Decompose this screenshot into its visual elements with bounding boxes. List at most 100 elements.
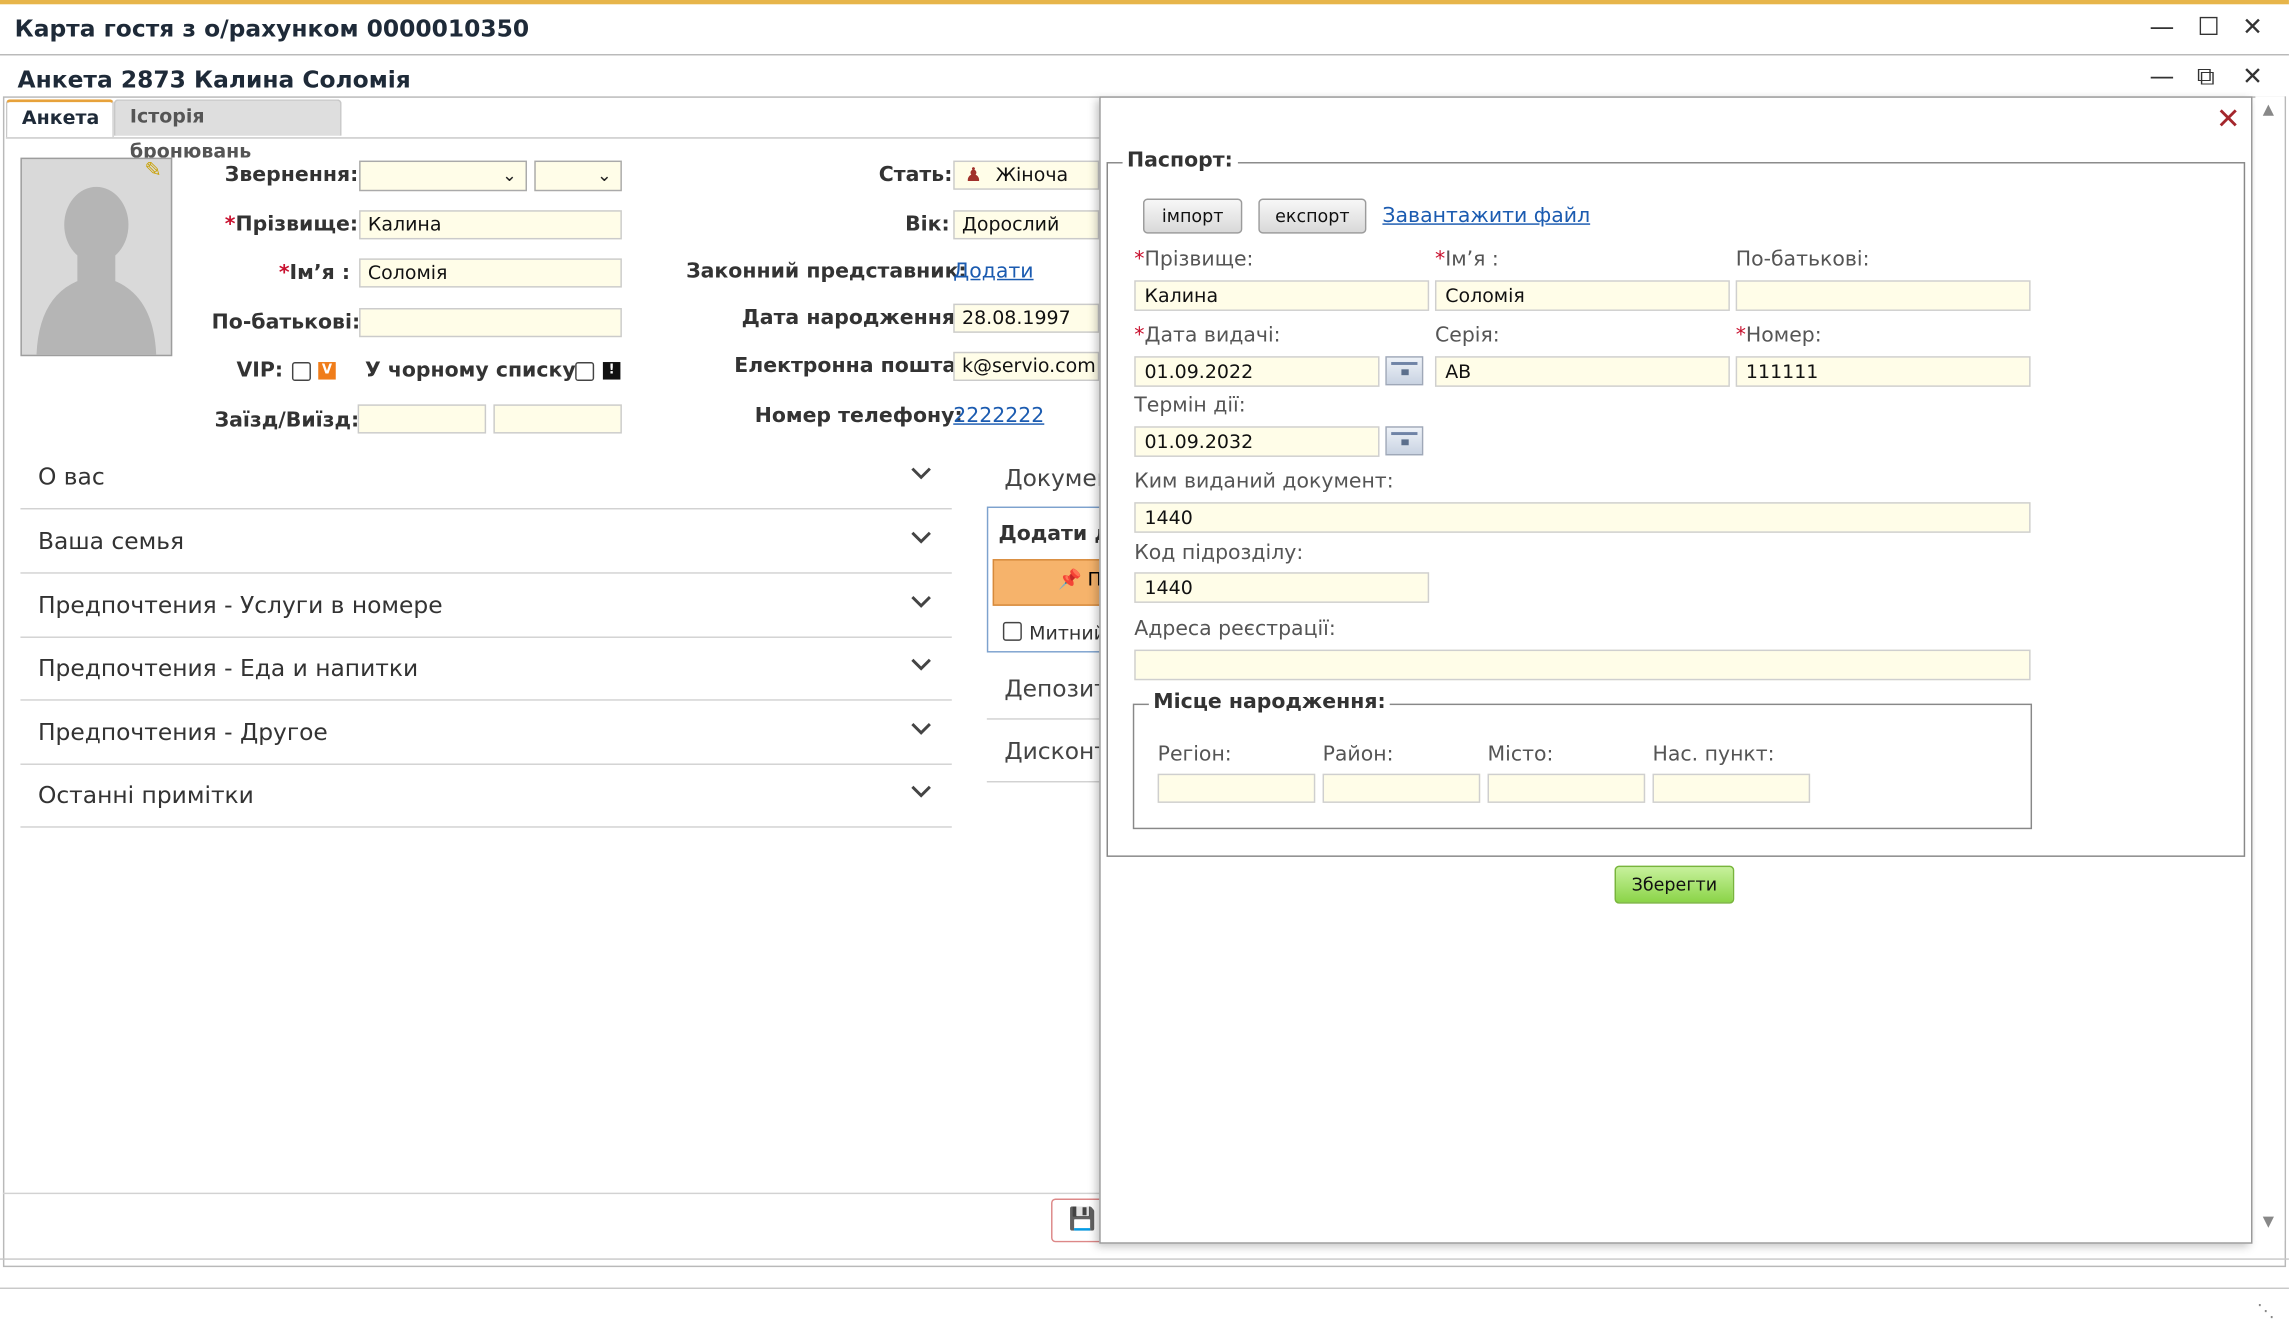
inner-restore-icon[interactable]: ⧉ [2190,61,2222,93]
issue-date-label-text: Дата видачі: [1144,324,1281,348]
birthdate-field[interactable]: 28.08.1997 [953,303,1100,333]
maximize-icon[interactable]: ☐ [2193,12,2225,44]
name-label-text: Ім’я : [1445,248,1499,272]
valid-label: Термін дії: [1134,394,1246,418]
accordion-label: Останні примітки [37,780,254,809]
dialog-scrollbar[interactable]: ▲ ▼ [2255,96,2285,1241]
required-marker: * [1134,248,1145,272]
blacklist-badge-icon: ! [602,362,621,380]
settlement-label: Нас. пункт: [1652,743,1775,767]
inner-window-title: Анкета 2873 Калина Соломія [17,65,411,94]
legal-rep-label: Законний представник: [686,259,967,284]
import-button[interactable]: імпорт [1143,198,1243,234]
address-select[interactable]: ⌄ [359,160,527,192]
close-icon[interactable]: ✕ [2236,12,2268,44]
tab-anketa[interactable]: Анкета [5,99,114,138]
customs-checkbox[interactable] [1002,621,1022,641]
resize-grip-icon[interactable]: ⋱ [2257,1301,2275,1321]
surname-field[interactable]: Калина [359,210,622,240]
birthplace-fieldset: Місце народження: Регіон: Район: Місто: … [1132,690,2033,830]
address-label: Звернення: [224,163,359,187]
accordion-family[interactable]: Ваша семья [20,509,952,574]
accordion-other[interactable]: Предпочтения - Другое [20,701,952,765]
name-field[interactable]: Соломія [359,258,622,288]
number-field[interactable]: 111111 [1735,356,2031,387]
customs-label: Митний [1029,623,1107,646]
issued-by-label: Ким виданий документ: [1134,470,1394,494]
gender-label: Стать: [878,163,953,187]
add-legal-rep-link[interactable]: Додати [953,260,1033,283]
unit-code-field[interactable]: 1440 [1134,572,1430,603]
region-label: Регіон: [1157,743,1232,767]
vip-checkbox[interactable] [291,362,311,382]
passport-fieldset: Паспорт: імпорт експорт Завантажити файл… [1106,148,2246,857]
gender-select[interactable]: ♟ Жіноча [953,160,1100,190]
calendar-icon[interactable] [1385,426,1424,456]
series-field[interactable]: АВ [1434,356,1730,387]
issued-by-field[interactable]: 1440 [1134,502,2031,533]
minimize-icon[interactable]: — [2146,12,2178,44]
title-select[interactable]: ⌄ [534,160,622,192]
dialog-close-icon[interactable]: ✕ [2216,101,2240,136]
export-button[interactable]: експорт [1258,198,1367,234]
city-field[interactable] [1487,773,1646,803]
accordion-label: Предпочтения - Еда и напитки [37,653,419,682]
valid-date-field[interactable]: 01.09.2032 [1134,426,1380,457]
patronymic-field[interactable] [359,308,622,338]
email-label: Електронна пошта: [734,354,965,379]
inner-minimize-icon[interactable]: — [2146,61,2178,93]
vip-label: VIP: [236,359,284,383]
divider [986,718,1104,720]
discount-header[interactable]: Дисконт [1004,737,1108,765]
upload-file-link[interactable]: Завантажити файл [1382,204,1590,227]
required-marker: * [1735,324,1746,348]
surname-label: *Прізвище: [1134,248,1253,271]
blacklist-label: У чорному списку: [364,359,584,383]
reg-address-label: Адреса реєстрації: [1134,617,1336,641]
accordion-about[interactable]: О вас [20,445,952,510]
name-label: *Ім’я : [1435,248,1499,271]
passport-patronymic-field[interactable] [1735,280,2031,311]
add-document-label: Додати д [998,522,1111,546]
district-field[interactable] [1322,773,1481,803]
age-field[interactable]: Дорослий [953,210,1100,240]
accordion-label: Предпочтения - Услуги в номере [37,591,443,619]
person-silhouette-icon [36,186,157,355]
scroll-up-icon[interactable]: ▲ [2263,102,2274,118]
reg-address-field[interactable] [1134,649,2031,681]
issue-date-label: *Дата видачі: [1134,324,1280,347]
region-field[interactable] [1157,773,1316,803]
phone-link[interactable]: 2222222 [953,404,1044,427]
issue-date-field[interactable]: 01.09.2022 [1134,356,1380,387]
accordion-last-notes[interactable]: Останні примітки [20,763,952,828]
deposit-header[interactable]: Депозит [1004,674,1107,702]
scroll-down-icon[interactable]: ▼ [2263,1215,2274,1231]
accordion-label: О вас [37,462,105,491]
outer-window-titlebar: Карта гостя з о/рахунком 0000010350 — ☐ … [0,4,2289,56]
avatar[interactable]: ✎ [20,157,173,357]
chevron-down-icon: ⌄ [596,164,612,186]
accordion-label: Ваша семья [37,526,185,555]
edit-pencil-icon[interactable]: ✎ [145,159,162,182]
blacklist-checkbox[interactable] [575,362,595,382]
email-field[interactable]: k@servio.com [953,351,1100,382]
inner-close-icon[interactable]: ✕ [2236,61,2268,93]
unit-code-label: Код підрозділу: [1134,541,1304,565]
accordion-food-drinks[interactable]: Предпочтения - Еда и напитки [20,636,952,701]
accordion-room-services[interactable]: Предпочтения - Услуги в номере [20,574,952,638]
chevron-down-icon [911,531,931,544]
surname-label: *Прізвище: [225,213,358,236]
chevron-down-icon [911,467,931,480]
checkout-field[interactable] [493,404,622,434]
documents-header[interactable]: Докумен [1004,464,1112,492]
calendar-icon[interactable] [1385,356,1424,386]
checkin-field[interactable] [357,404,487,434]
tab-booking-history[interactable]: Історія бронювань [113,99,342,163]
surname-label-text: Прізвище: [235,213,359,237]
main-save-button[interactable]: 💾 [1051,1198,1104,1243]
add-document-button[interactable]: 📌 П [992,559,1107,606]
settlement-field[interactable] [1652,773,1811,803]
passport-save-button[interactable]: Зберегти [1614,865,1735,904]
passport-name-field[interactable]: Соломія [1434,280,1730,311]
passport-surname-field[interactable]: Калина [1134,280,1430,311]
